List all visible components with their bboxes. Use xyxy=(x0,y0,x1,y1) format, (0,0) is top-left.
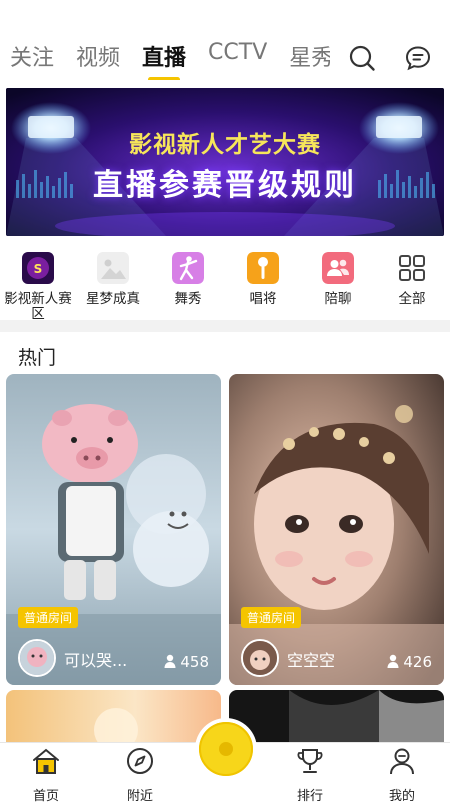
viewer-count: 426 xyxy=(387,653,432,671)
film-contest-icon: S xyxy=(22,252,54,284)
banner-title-line1: 影视新人才艺大赛 xyxy=(129,132,321,158)
category-label: 星梦成真 xyxy=(86,291,140,307)
section-title-hot: 热门 xyxy=(18,347,57,369)
tab-live[interactable]: 直播 xyxy=(142,40,186,80)
nav-label: 附近 xyxy=(126,789,153,804)
profile-icon xyxy=(390,748,414,775)
category-label: 影视新人赛区 xyxy=(4,291,72,322)
nav-mine[interactable]: 我的 xyxy=(372,747,432,804)
tab-cctv[interactable]: CCTV xyxy=(208,40,267,65)
dance-icon xyxy=(172,252,204,284)
nav-label: 排行 xyxy=(296,789,323,804)
category-film-newcomer[interactable]: S 影视新人赛区 xyxy=(0,252,76,322)
record-dot-icon xyxy=(219,742,233,756)
category-star-dream[interactable]: 星梦成真 xyxy=(75,252,151,307)
trophy-icon xyxy=(297,749,323,773)
image-placeholder-icon xyxy=(97,252,129,284)
top-bar: 关注 视频 直播 CCTV 星秀 xyxy=(0,0,450,84)
avatar[interactable] xyxy=(18,639,56,677)
live-room-card-partial[interactable] xyxy=(6,690,221,742)
person-icon xyxy=(387,654,399,668)
message-icon[interactable] xyxy=(404,44,432,72)
live-record-button[interactable] xyxy=(195,718,257,780)
room-cover-image xyxy=(229,690,444,742)
viewer-count-value: 458 xyxy=(180,653,209,671)
event-banner[interactable]: 影视新人才艺大赛 直播参赛晋级规则 xyxy=(6,88,444,236)
room-type-badge: 普通房间 xyxy=(18,607,79,628)
section-divider xyxy=(0,320,450,332)
person-icon xyxy=(164,654,176,668)
search-icon[interactable] xyxy=(348,44,376,72)
tab-star-show[interactable]: 星秀 xyxy=(289,40,330,72)
nav-nearby[interactable]: 附近 xyxy=(110,747,170,804)
compass-icon xyxy=(127,748,153,774)
record-button-face xyxy=(199,722,253,776)
avatar[interactable] xyxy=(241,639,279,677)
svg-text:S: S xyxy=(34,262,43,276)
category-label: 唱将 xyxy=(249,291,277,307)
nav-label: 我的 xyxy=(388,789,415,804)
category-label: 舞秀 xyxy=(174,291,202,307)
live-room-card[interactable]: 普通房间 空空空 426 xyxy=(229,374,444,685)
category-label: 陪聊 xyxy=(324,291,352,307)
category-singer[interactable]: 唱将 xyxy=(225,252,301,307)
category-all[interactable]: 全部 xyxy=(374,252,450,307)
category-row: S 影视新人赛区 星梦成真 舞秀 唱将 陪聊 全部 xyxy=(0,252,450,322)
category-label: 全部 xyxy=(398,291,426,307)
nav-ranking[interactable]: 排行 xyxy=(280,747,340,804)
chat-people-icon xyxy=(322,252,354,284)
microphone-icon xyxy=(247,252,279,284)
nav-label: 首页 xyxy=(32,789,59,804)
room-type-badge: 普通房间 xyxy=(241,607,302,628)
home-icon xyxy=(33,748,59,774)
room-cover-image xyxy=(6,690,221,742)
room-host-name: 可以哭... xyxy=(64,651,128,670)
nav-home[interactable]: 首页 xyxy=(16,747,76,804)
banner-title-line2: 直播参赛晋级规则 xyxy=(93,168,357,203)
room-host-name: 空空空 xyxy=(287,651,336,670)
viewer-count: 458 xyxy=(164,653,209,671)
tab-follow[interactable]: 关注 xyxy=(10,40,54,72)
live-room-card-partial[interactable] xyxy=(229,690,444,742)
grid-icon xyxy=(399,255,425,281)
category-chat[interactable]: 陪聊 xyxy=(300,252,376,307)
category-dance[interactable]: 舞秀 xyxy=(150,252,226,307)
viewer-count-value: 426 xyxy=(403,653,432,671)
top-tabs: 关注 视频 直播 CCTV 星秀 xyxy=(10,40,330,80)
tab-video[interactable]: 视频 xyxy=(76,40,120,72)
live-room-card[interactable]: 普通房间 可以哭... 458 xyxy=(6,374,221,685)
